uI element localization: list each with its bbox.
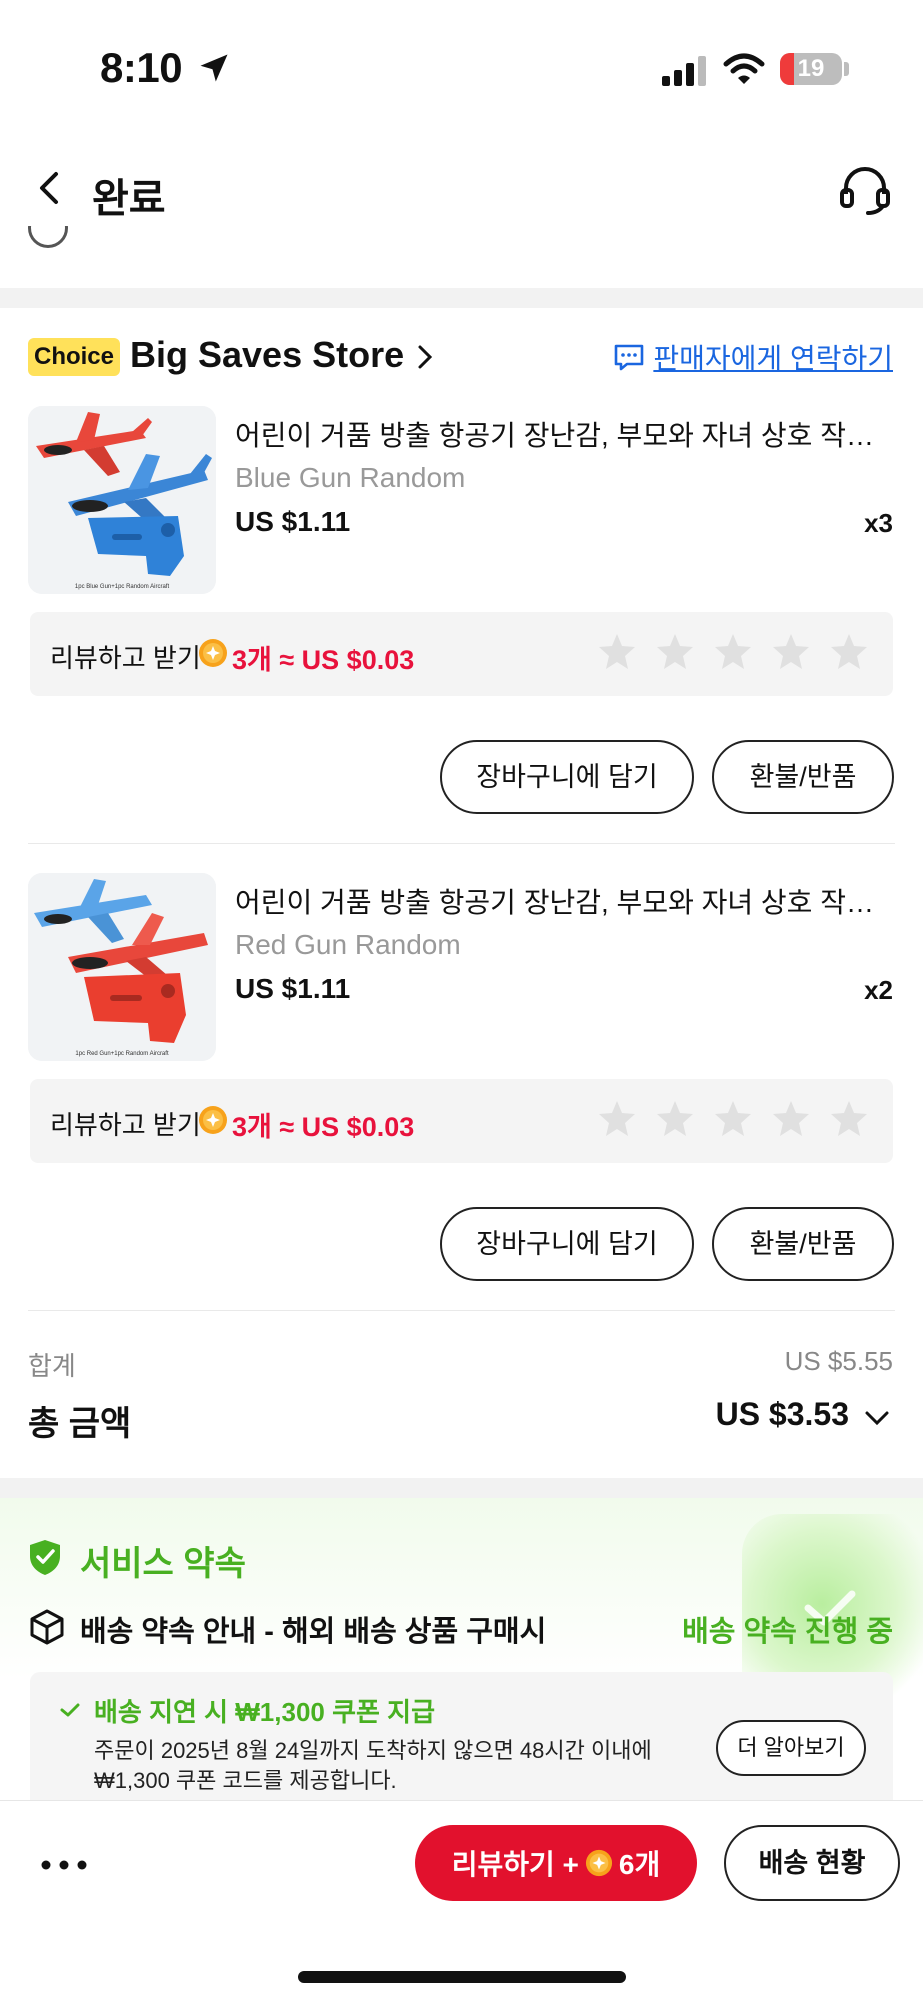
- page-title: 완료: [92, 177, 166, 221]
- wifi-icon: [723, 53, 765, 84]
- contact-seller-link[interactable]: 판매자에게 연락하기: [613, 338, 893, 376]
- check-icon: [60, 1703, 80, 1717]
- refund-return-button[interactable]: 환불/반품: [712, 1207, 894, 1281]
- package-box-icon: [30, 1609, 64, 1645]
- cellular-signal-icon: [662, 56, 706, 86]
- star-icon[interactable]: [771, 1099, 811, 1139]
- star-icon[interactable]: [829, 1099, 869, 1139]
- subtotal-label: 합계: [28, 1351, 76, 1381]
- coin-icon: [199, 1106, 227, 1134]
- learn-more-button[interactable]: 더 알아보기: [716, 1720, 866, 1776]
- product-variant: Red Gun Random: [235, 929, 461, 960]
- section-divider: [0, 288, 923, 308]
- star-icon[interactable]: [597, 1099, 637, 1139]
- track-shipping-button[interactable]: 배송 현황: [724, 1825, 900, 1901]
- status-time: 8:10: [100, 44, 183, 91]
- review-button-reward: 6개: [618, 1849, 661, 1880]
- write-review-button[interactable]: 리뷰하기 + 6개: [415, 1825, 697, 1901]
- product-quantity: x3: [864, 508, 893, 538]
- delay-guarantee-description: 주문이 2025년 8월 24일까지 도착하지 않으면 48시간 이내에 ₩1,…: [94, 1738, 652, 1793]
- thumb-caption: 1pc Blue Gun+1pc Random Aircraft: [75, 584, 170, 590]
- back-chevron-icon[interactable]: [36, 170, 66, 206]
- star-icon[interactable]: [713, 1099, 753, 1139]
- thumb-caption: 1pc Red Gun+1pc Random Aircraft: [75, 1051, 169, 1057]
- add-to-cart-button[interactable]: 장바구니에 담기: [440, 1207, 694, 1281]
- review-reward-label: 리뷰하고 받기: [50, 643, 201, 673]
- location-arrow-icon: [200, 54, 228, 82]
- add-to-cart-button[interactable]: 장바구니에 담기: [440, 740, 694, 814]
- item-divider: [28, 1310, 895, 1311]
- star-icon[interactable]: [597, 632, 637, 672]
- more-options-icon[interactable]: [40, 1859, 88, 1871]
- review-reward-amount: 3개 ≈ US $0.03: [232, 645, 415, 675]
- star-rating[interactable]: [597, 632, 869, 672]
- choice-badge: Choice: [28, 338, 120, 376]
- chevron-right-icon[interactable]: [416, 344, 434, 370]
- review-reward-box: 리뷰하고 받기 3개 ≈ US $0.03: [30, 1079, 893, 1163]
- product-thumbnail[interactable]: 1pc Blue Gun+1pc Random Aircraft: [28, 406, 216, 594]
- star-icon[interactable]: [771, 632, 811, 672]
- service-title: 서비스 약속: [80, 1545, 246, 1583]
- product-title[interactable]: 어린이 거품 방출 항공기 장난감, 부모와 자녀 상호 작용, 야외 스포츠 …: [235, 414, 875, 454]
- status-bar: 8:10 19: [0, 0, 923, 130]
- airplane-toy-image: 1pc Red Gun+1pc Random Aircraft: [28, 873, 216, 1061]
- product-variant: Blue Gun Random: [235, 462, 466, 493]
- star-icon[interactable]: [655, 1099, 695, 1139]
- refund-return-button[interactable]: 환불/반품: [712, 740, 894, 814]
- delay-guarantee-title: 배송 지연 시 ₩1,300 쿠폰 지급: [94, 1697, 436, 1727]
- delay-guarantee-box: 배송 지연 시 ₩1,300 쿠폰 지급 주문이 2025년 8월 24일까지 …: [30, 1672, 893, 1800]
- product-thumbnail[interactable]: 1pc Red Gun+1pc Random Aircraft: [28, 873, 216, 1061]
- battery-tip: [844, 62, 849, 76]
- total-label: 총 금액: [28, 1405, 132, 1443]
- product-title[interactable]: 어린이 거품 방출 항공기 장난감, 부모와 자녀 상호 작용, 야외 스포츠 …: [235, 881, 875, 921]
- review-reward-label: 리뷰하고 받기: [50, 1110, 201, 1140]
- subtotal-value: US $5.55: [784, 1346, 893, 1376]
- review-reward-amount: 3개 ≈ US $0.03: [232, 1112, 415, 1142]
- total-value[interactable]: US $3.53: [716, 1396, 849, 1433]
- star-rating[interactable]: [597, 1099, 869, 1139]
- coin-icon: [585, 1849, 612, 1877]
- item-divider: [28, 843, 895, 844]
- shield-check-icon: [30, 1540, 60, 1575]
- service-promise-section: 서비스 약속 배송 약속 안내 - 해외 배송 상품 구매시 배송 약속 진행 …: [0, 1498, 923, 1800]
- star-icon[interactable]: [829, 632, 869, 672]
- scrolled-content-peek: [28, 226, 74, 250]
- product-quantity: x2: [864, 975, 893, 1005]
- section-divider: [0, 1478, 923, 1498]
- customer-support-headset-icon[interactable]: [838, 166, 892, 216]
- product-price: US $1.11: [235, 973, 351, 1004]
- coin-icon: [199, 639, 227, 667]
- battery-icon: 19: [780, 53, 842, 85]
- home-indicator: [298, 1971, 626, 1983]
- chevron-down-icon[interactable]: [864, 1408, 890, 1428]
- star-icon[interactable]: [655, 632, 695, 672]
- shipping-promise-title: 배송 약속 안내 - 해외 배송 상품 구매시: [80, 1616, 547, 1648]
- shipping-promise-status: 배송 약속 진행 중: [682, 1616, 893, 1648]
- store-name[interactable]: Big Saves Store: [130, 334, 404, 376]
- review-reward-box: 리뷰하고 받기 3개 ≈ US $0.03: [30, 612, 893, 696]
- review-button-label: 리뷰하기 +: [451, 1849, 579, 1880]
- contact-seller-label: 판매자에게 연락하기: [653, 343, 893, 374]
- airplane-toy-image: 1pc Blue Gun+1pc Random Aircraft: [28, 406, 216, 594]
- battery-percent: 19: [797, 55, 825, 82]
- page-header: 완료: [0, 130, 923, 240]
- bottom-action-bar: 리뷰하기 + 6개 배송 현황: [0, 1800, 923, 2000]
- chat-bubble-icon: [615, 344, 644, 371]
- star-icon[interactable]: [713, 632, 753, 672]
- product-price: US $1.11: [235, 506, 351, 537]
